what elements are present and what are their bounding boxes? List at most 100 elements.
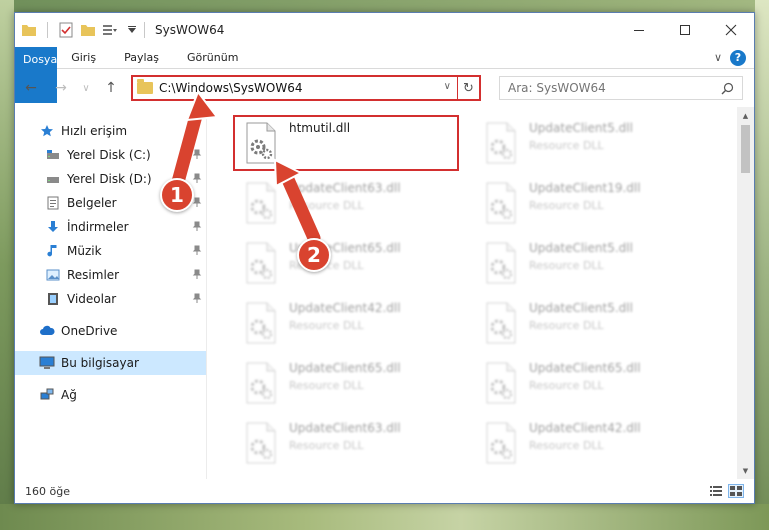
sidebar-item-quick-access[interactable]: Hızlı erişim: [15, 119, 206, 143]
maximize-button[interactable]: [662, 13, 708, 47]
up-button[interactable]: ↑: [101, 80, 121, 96]
file-info: UpdateClient5.dll Resource DLL: [529, 241, 633, 272]
help-icon[interactable]: ?: [730, 49, 746, 66]
details-view-button[interactable]: [708, 484, 724, 498]
file-name: UpdateClient65.dll: [289, 361, 401, 375]
drive-icon: [45, 147, 61, 163]
chevron-down-icon[interactable]: [124, 22, 140, 38]
close-button[interactable]: [708, 13, 754, 47]
scroll-thumb[interactable]: [741, 125, 750, 173]
tab-gorunum[interactable]: Görünüm: [173, 47, 252, 68]
pin-icon: [192, 269, 202, 279]
step-1-label: 1: [170, 183, 184, 207]
sidebar-item-pictures[interactable]: Resimler: [15, 263, 206, 287]
scroll-down-button[interactable]: ▼: [737, 462, 754, 479]
file-info: UpdateClient63.dll Resource DLL: [289, 181, 401, 212]
file-name: UpdateClient63.dll: [289, 421, 401, 435]
search-box[interactable]: [499, 76, 743, 100]
vertical-scrollbar[interactable]: ▲ ▼: [737, 107, 754, 479]
properties-icon[interactable]: [58, 22, 74, 38]
file-grid: htmutil.dll UpdateClient5.dll Resource D…: [233, 115, 754, 471]
file-item[interactable]: UpdateClient63.dll Resource DLL: [233, 415, 473, 471]
dll-file-icon: [246, 122, 276, 164]
customize-toolbar-icon[interactable]: [102, 22, 118, 38]
navigation-buttons: ← → ∨ ↑: [21, 80, 121, 96]
new-folder-icon[interactable]: [80, 22, 96, 38]
tiles-view-button[interactable]: [728, 484, 744, 498]
tab-paylas[interactable]: Paylaş: [110, 47, 173, 68]
address-bar[interactable]: C:\Windows\SysWOW64 ∨ ↻: [131, 75, 481, 101]
file-item[interactable]: UpdateClient65.dll Resource DLL: [233, 355, 473, 411]
pin-icon: [192, 221, 202, 231]
file-item[interactable]: UpdateClient5.dll Resource DLL: [473, 295, 713, 351]
file-item[interactable]: UpdateClient42.dll Resource DLL: [233, 295, 473, 351]
file-item[interactable]: UpdateClient42.dll Resource DLL: [473, 415, 713, 471]
forward-button[interactable]: →: [51, 80, 71, 96]
expand-ribbon-button[interactable]: ∨: [714, 51, 722, 64]
back-button[interactable]: ←: [21, 80, 41, 96]
step-1-badge: 1: [160, 178, 194, 212]
step-2-badge: 2: [297, 238, 331, 272]
minimize-button[interactable]: [616, 13, 662, 47]
file-item-htmutil[interactable]: htmutil.dll: [233, 115, 459, 171]
file-info: UpdateClient5.dll Resource DLL: [529, 301, 633, 332]
dll-file-icon: [246, 422, 276, 464]
file-name: UpdateClient42.dll: [529, 421, 641, 435]
download-icon: [45, 219, 61, 235]
sidebar-item-network[interactable]: Ağ: [15, 383, 206, 407]
file-item[interactable]: UpdateClient65.dll Resource DLL: [233, 235, 473, 291]
refresh-button[interactable]: ↻: [457, 77, 479, 99]
dll-file-icon: [486, 182, 516, 224]
window-controls: [616, 13, 754, 47]
file-item[interactable]: UpdateClient19.dll Resource DLL: [473, 175, 713, 231]
file-item[interactable]: UpdateClient65.dll Resource DLL: [473, 355, 713, 411]
sidebar-item-downloads[interactable]: İndirmeler: [15, 215, 206, 239]
file-name: UpdateClient19.dll: [529, 181, 641, 195]
dll-file-icon: [246, 302, 276, 344]
title-divider: [144, 22, 145, 38]
pin-icon: [192, 173, 202, 183]
file-item[interactable]: UpdateClient5.dll Resource DLL: [473, 115, 713, 171]
dll-file-icon: [486, 362, 516, 404]
file-type: Resource DLL: [529, 139, 604, 152]
sidebar-item-label: Belgeler: [67, 196, 117, 210]
file-name: UpdateClient65.dll: [529, 361, 641, 375]
sidebar-item-music[interactable]: Müzik: [15, 239, 206, 263]
cloud-icon: [39, 323, 55, 339]
sidebar-item-label: Videolar: [67, 292, 117, 306]
sidebar-item-local-disk-c[interactable]: Yerel Disk (C:): [15, 143, 206, 167]
search-input[interactable]: [508, 81, 720, 95]
recent-locations-button[interactable]: ∨: [81, 83, 91, 94]
help-glyph: ?: [734, 51, 742, 64]
pin-icon: [192, 149, 202, 159]
address-dropdown-button[interactable]: ∨: [444, 81, 451, 92]
sidebar-item-onedrive[interactable]: OneDrive: [15, 319, 206, 343]
file-type: Resource DLL: [529, 379, 604, 392]
file-type: Resource DLL: [289, 379, 364, 392]
file-item[interactable]: UpdateClient5.dll Resource DLL: [473, 235, 713, 291]
sidebar-item-label: Resimler: [67, 268, 120, 282]
file-info: UpdateClient63.dll Resource DLL: [289, 421, 401, 452]
file-name: UpdateClient5.dll: [529, 241, 633, 255]
pin-icon: [192, 245, 202, 255]
dll-file-icon: [246, 362, 276, 404]
search-icon[interactable]: [720, 81, 734, 95]
sidebar-item-this-pc[interactable]: Bu bilgisayar: [15, 351, 206, 375]
background-left: [0, 0, 14, 530]
sidebar-item-videos[interactable]: Videolar: [15, 287, 206, 311]
tab-giris[interactable]: Giriş: [57, 47, 110, 68]
background-bottom: [0, 504, 769, 530]
file-name: UpdateClient5.dll: [529, 301, 633, 315]
toolbar-divider: [47, 22, 48, 38]
computer-icon: [39, 355, 55, 371]
file-info: UpdateClient65.dll Resource DLL: [289, 361, 401, 392]
scroll-up-button[interactable]: ▲: [737, 107, 754, 124]
explorer-window: SysWOW64 Dosya Giriş Paylaş Görünüm ∨ ?: [14, 12, 755, 504]
file-info: UpdateClient42.dll Resource DLL: [529, 421, 641, 452]
file-item[interactable]: UpdateClient63.dll Resource DLL: [233, 175, 473, 231]
navigation-pane: Hızlı erişim Yerel Disk (C:) Yerel Disk …: [15, 107, 207, 479]
file-info: UpdateClient5.dll Resource DLL: [529, 121, 633, 152]
title-bar: SysWOW64: [15, 13, 754, 47]
